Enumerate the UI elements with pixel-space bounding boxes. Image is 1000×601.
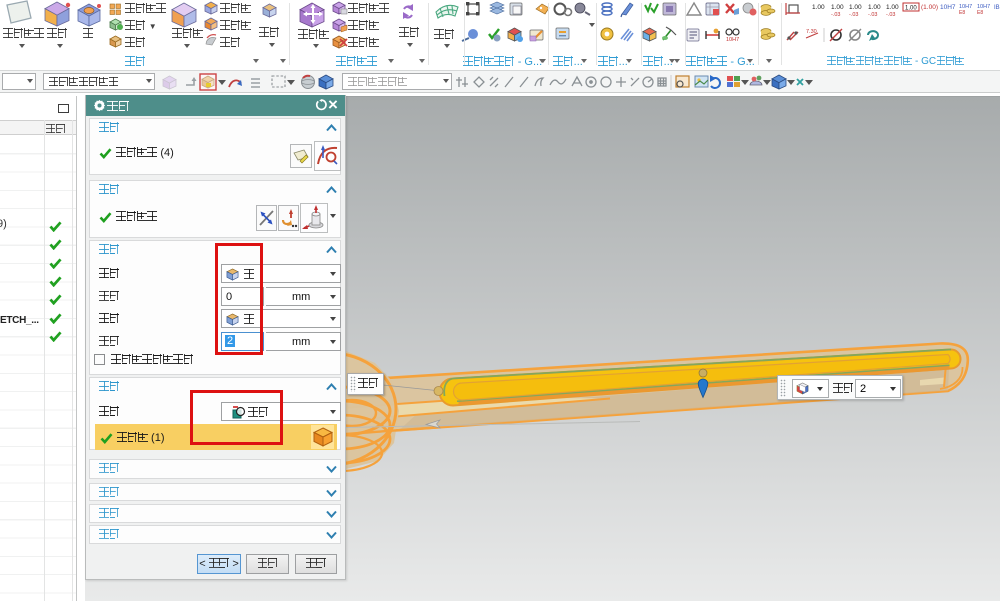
svg-text:IB: IB — [994, 5, 1000, 11]
svg-text:E8: E8 — [959, 10, 965, 16]
svg-text:1.00: 1.00 — [868, 4, 881, 11]
svg-text:1.00: 1.00 — [831, 4, 844, 11]
svg-text:1.00: 1.00 — [812, 4, 825, 11]
svg-text:-.03: -.03 — [886, 12, 895, 18]
svg-text:10H7: 10H7 — [726, 37, 739, 43]
svg-text:E8: E8 — [977, 10, 983, 16]
svg-text:-.03: -.03 — [868, 12, 877, 18]
svg-text:-.03: -.03 — [831, 12, 840, 18]
svg-text:10H7: 10H7 — [940, 4, 956, 11]
svg-text:-.03: -.03 — [849, 12, 858, 18]
svg-text:1.00: 1.00 — [849, 4, 862, 11]
svg-text:1.00: 1.00 — [886, 4, 899, 11]
svg-text:1.00: 1.00 — [905, 6, 917, 12]
svg-text:7.30: 7.30 — [806, 29, 817, 35]
svg-text:(1.00): (1.00) — [921, 4, 938, 11]
